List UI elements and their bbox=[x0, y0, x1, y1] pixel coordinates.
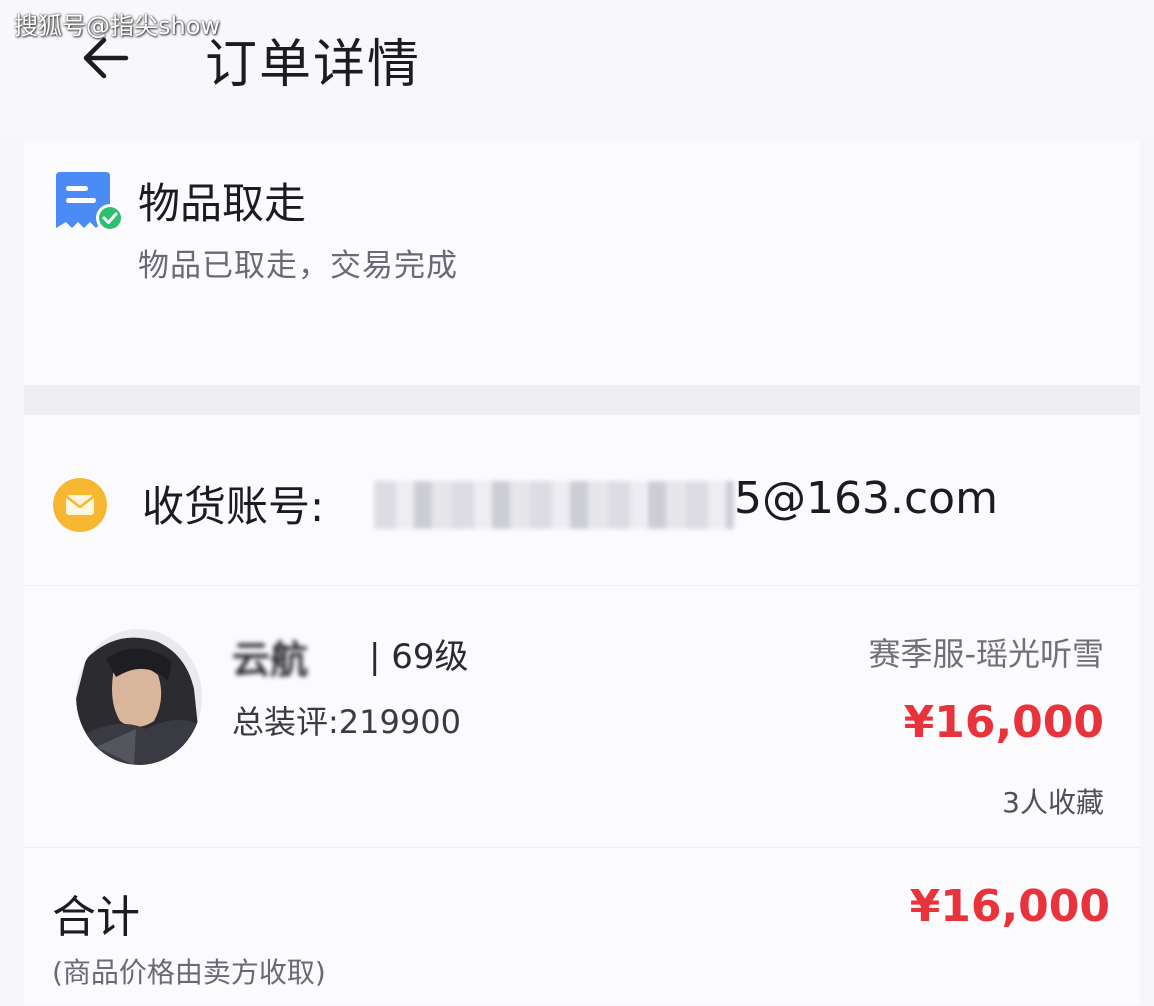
checkmark-icon bbox=[96, 204, 124, 232]
item-separator bbox=[24, 585, 1140, 586]
avatar[interactable] bbox=[76, 629, 202, 765]
order-status-icon bbox=[56, 172, 124, 232]
total-price: ¥16,000 bbox=[909, 881, 1110, 932]
status-description: 物品已取走，交易完成 bbox=[138, 248, 458, 284]
item-price: ¥16,000 bbox=[903, 697, 1104, 748]
section-divider bbox=[24, 385, 1140, 415]
item-server: 赛季服-瑶光听雪 bbox=[868, 635, 1104, 673]
watermark: 搜狐号@指尖show bbox=[14, 12, 221, 40]
item-level: | 69级 bbox=[369, 637, 469, 677]
redacted-account-mask bbox=[374, 481, 734, 529]
status-title: 物品取走 bbox=[138, 179, 307, 228]
item-favorites: 3人收藏 bbox=[1002, 786, 1104, 819]
total-note: (商品价格由卖方收取) bbox=[52, 956, 326, 989]
item-name: 云航 bbox=[232, 638, 309, 682]
item-score: 总装评:219900 bbox=[232, 703, 461, 741]
account-value: 5@163.com bbox=[734, 473, 998, 524]
order-detail-card: 收货账号: 5@163.com 云航 | 69级 总装评:219900 赛季服-… bbox=[24, 415, 1140, 1005]
page-title: 订单详情 bbox=[205, 35, 422, 95]
total-label: 合计 bbox=[52, 892, 140, 943]
account-label: 收货账号: bbox=[142, 482, 325, 531]
total-separator bbox=[24, 847, 1140, 848]
mail-icon bbox=[53, 478, 107, 532]
order-status-card: 物品取走 物品已取走，交易完成 bbox=[24, 140, 1140, 385]
